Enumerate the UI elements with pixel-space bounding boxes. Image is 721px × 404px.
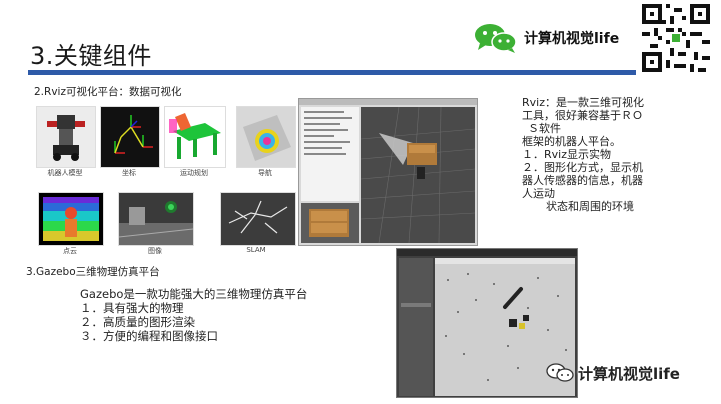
- rviz-thumb-tf: [100, 106, 160, 168]
- gazebo-item: １．具有强大的物理: [80, 301, 184, 315]
- rviz-thumb-image: [118, 192, 194, 246]
- thumb-caption-point-cloud: 点云: [63, 247, 77, 255]
- rviz-desc-line: Rviz：是一款三维可视化: [522, 96, 644, 109]
- rviz-desc-line: 人运动: [522, 187, 555, 200]
- rviz-app-screenshot: [298, 98, 478, 246]
- brand-name: 计算机视觉life: [524, 31, 620, 47]
- rviz-heading: 2.Rviz可视化平台：数据可视化: [34, 86, 182, 98]
- gazebo-intro: Gazebo是一款功能强大的三维物理仿真平台: [80, 287, 308, 301]
- rviz-desc-line: 工具，很好兼容基于ＲＯ: [522, 109, 643, 122]
- rviz-desc-line: 器人传感器的信息，机器: [522, 174, 643, 187]
- thumb-caption-robot-model: 机器人模型: [47, 169, 83, 177]
- wechat-icon: [546, 363, 574, 382]
- rviz-desc-line: 框架的机器人平台。: [522, 135, 621, 148]
- gazebo-item: ３．方便的编程和图像接口: [80, 329, 218, 343]
- thumb-caption-image: 图像: [148, 247, 162, 255]
- gazebo-heading: 3.Gazebo三维物理仿真平台: [26, 266, 160, 278]
- thumb-caption-motion-planning: 运动规划: [180, 169, 208, 177]
- watermark: 计算机视觉life: [546, 362, 680, 384]
- rviz-thumb-slam: [220, 192, 296, 246]
- gazebo-description: Gazebo是一款功能强大的三维物理仿真平台 １．具有强大的物理 ２．高质量的图…: [80, 287, 307, 343]
- slide-title: 3.关键组件: [30, 42, 152, 70]
- rviz-desc-line: １．Rviz显示实物: [522, 148, 611, 161]
- rviz-description: Rviz：是一款三维可视化 工具，很好兼容基于ＲＯ Ｓ软件 框架的机器人平台。 …: [522, 96, 644, 213]
- rviz-desc-line: 状态和周围的环境: [546, 200, 634, 213]
- thumb-caption-slam: SLAM: [246, 246, 266, 254]
- wechat-icon: [475, 24, 517, 53]
- rviz-desc-line: Ｓ软件: [528, 122, 561, 135]
- rviz-thumb-navigation: [236, 106, 296, 168]
- gazebo-item: ２．高质量的图形渲染: [80, 315, 195, 329]
- rviz-desc-line: ２．图形化方式，显示机: [522, 161, 643, 174]
- brand-logo: 计算机视觉life: [474, 22, 619, 54]
- thumb-caption-navigation: 导航: [258, 169, 272, 177]
- rviz-thumb-motion-planning: [164, 106, 226, 168]
- qr-code: [642, 4, 710, 72]
- watermark-text: 计算机视觉life: [578, 364, 680, 383]
- thumb-caption-tf: 坐标: [122, 169, 136, 177]
- rviz-thumb-robot-model: [36, 106, 96, 168]
- title-underline: [28, 70, 636, 75]
- rviz-thumb-point-cloud: [38, 192, 104, 246]
